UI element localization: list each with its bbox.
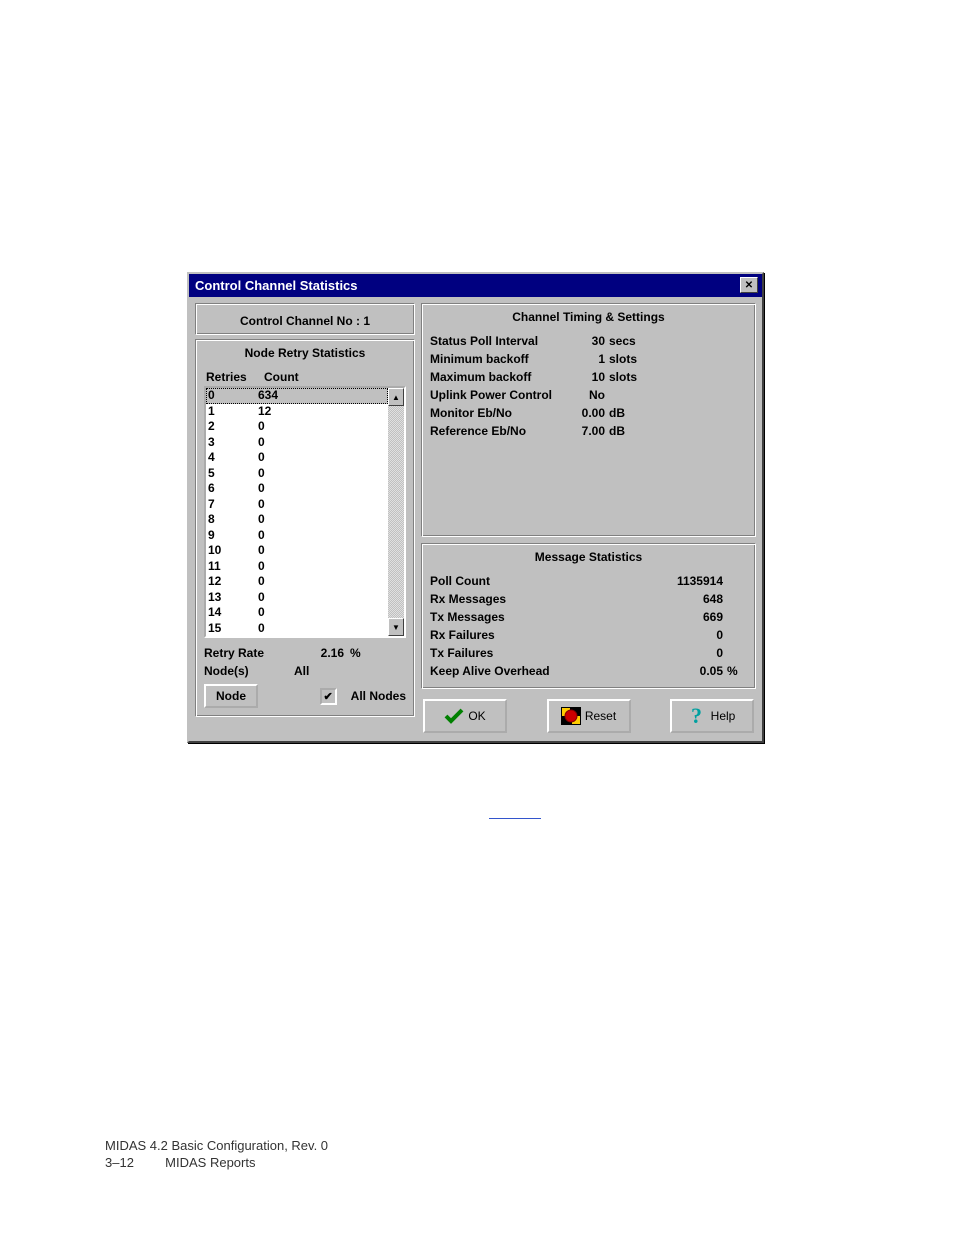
list-item[interactable]: 100 xyxy=(206,543,388,559)
list-item[interactable]: 90 xyxy=(206,528,388,544)
footer-section: MIDAS Reports xyxy=(165,1155,255,1170)
timing-row: Monitor Eb/No0.00dB xyxy=(430,404,747,422)
timing-row: Reference Eb/No7.00dB xyxy=(430,422,747,440)
timing-row: Status Poll Interval30secs xyxy=(430,332,747,350)
timing-row: Maximum backoff10slots xyxy=(430,368,747,386)
retry-rate-unit: % xyxy=(344,646,361,660)
retry-rate-label: Retry Rate xyxy=(204,646,294,660)
reset-icon xyxy=(561,707,581,725)
page-footer: MIDAS 4.2 Basic Configuration, Rev. 0 3–… xyxy=(105,1138,328,1170)
control-channel-statistics-dialog: Control Channel Statistics ✕ Control Cha… xyxy=(187,272,764,743)
reset-button[interactable]: Reset xyxy=(547,699,631,733)
list-item[interactable]: 60 xyxy=(206,481,388,497)
nodes-value: All xyxy=(294,664,344,678)
retry-table-header: Retries Count xyxy=(204,368,406,386)
close-icon[interactable]: ✕ xyxy=(740,277,758,293)
all-nodes-checkbox[interactable]: ✔ xyxy=(320,688,337,705)
list-item[interactable]: 140 xyxy=(206,605,388,621)
timing-title: Channel Timing & Settings xyxy=(430,310,747,324)
ok-button[interactable]: OK xyxy=(423,699,507,733)
list-item[interactable]: 120 xyxy=(206,574,388,590)
retry-listbox[interactable]: 0634112203040506070809010011012013014015… xyxy=(204,386,406,638)
message-row: Rx Failures0 xyxy=(430,626,747,644)
control-channel-no: Control Channel No : 1 xyxy=(204,310,406,330)
list-item[interactable]: 110 xyxy=(206,559,388,575)
node-retry-title: Node Retry Statistics xyxy=(204,346,406,360)
scroll-down-icon[interactable]: ▼ xyxy=(388,618,404,636)
scroll-track[interactable] xyxy=(388,406,404,618)
check-icon xyxy=(444,708,464,724)
nodes-label: Node(s) xyxy=(204,664,294,678)
help-icon: ? xyxy=(689,705,707,727)
all-nodes-label: All Nodes xyxy=(351,689,406,703)
svg-text:?: ? xyxy=(691,705,702,727)
message-row: Keep Alive Overhead0.05% xyxy=(430,662,747,680)
list-item[interactable]: 20 xyxy=(206,419,388,435)
list-item[interactable]: 80 xyxy=(206,512,388,528)
retry-rate-value: 2.16 xyxy=(294,646,344,660)
node-button[interactable]: Node xyxy=(204,684,258,708)
message-row: Tx Failures0 xyxy=(430,644,747,662)
message-row: Rx Messages648 xyxy=(430,590,747,608)
list-item[interactable]: 0634 xyxy=(206,388,388,404)
scrollbar[interactable]: ▲ ▼ xyxy=(388,388,404,636)
list-item[interactable]: 130 xyxy=(206,590,388,606)
footer-page-num: 3–12 xyxy=(105,1155,134,1170)
list-item[interactable]: 150 xyxy=(206,621,388,637)
link-underline xyxy=(489,816,541,819)
help-button[interactable]: ? Help xyxy=(670,699,754,733)
timing-row: Uplink Power ControlNo xyxy=(430,386,747,404)
list-item[interactable]: 40 xyxy=(206,450,388,466)
list-item[interactable]: 50 xyxy=(206,466,388,482)
message-row: Tx Messages669 xyxy=(430,608,747,626)
dialog-title: Control Channel Statistics xyxy=(195,278,358,293)
message-title: Message Statistics xyxy=(430,550,747,564)
titlebar: Control Channel Statistics ✕ xyxy=(189,274,762,297)
list-item[interactable]: 30 xyxy=(206,435,388,451)
list-item[interactable]: 112 xyxy=(206,404,388,420)
message-row: Poll Count1135914 xyxy=(430,572,747,590)
footer-line1: MIDAS 4.2 Basic Configuration, Rev. 0 xyxy=(105,1138,328,1153)
scroll-up-icon[interactable]: ▲ xyxy=(388,388,404,406)
timing-row: Minimum backoff1slots xyxy=(430,350,747,368)
list-item[interactable]: 70 xyxy=(206,497,388,513)
